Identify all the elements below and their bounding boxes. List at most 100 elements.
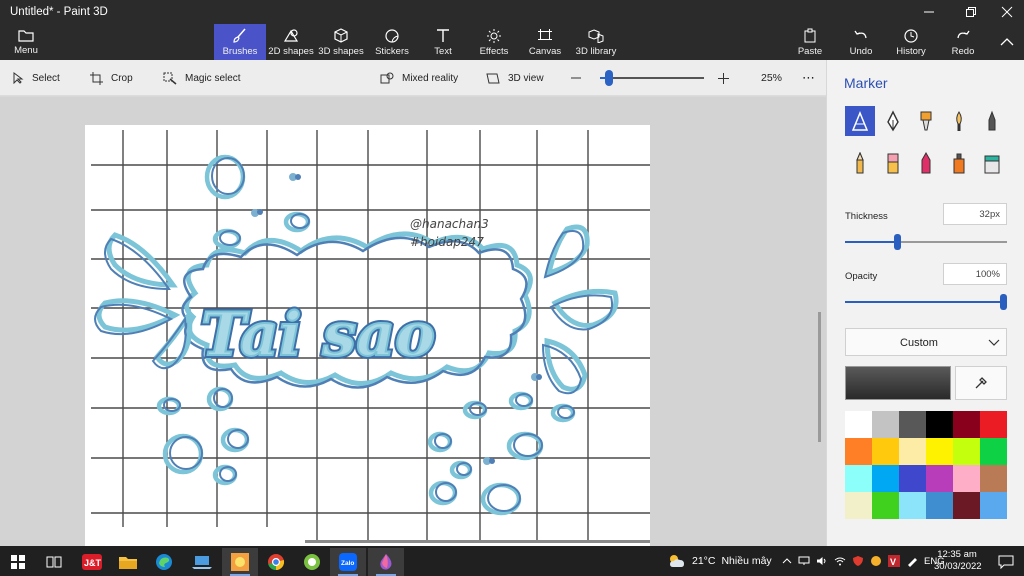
tab-canvas[interactable]: Canvas	[528, 24, 562, 60]
drawing-canvas[interactable]: Tai sao Tai sao @hanachan3 #hoidap247	[85, 125, 650, 546]
spray-can-tool[interactable]	[944, 148, 974, 178]
weather-widget[interactable]: 21°C Nhiều mây	[668, 546, 772, 576]
notifications-button[interactable]	[988, 548, 1024, 576]
marker-tool[interactable]	[845, 106, 875, 136]
redo-icon	[957, 30, 970, 39]
opacity-slider-thumb[interactable]	[1000, 294, 1007, 310]
zoom-out-button[interactable]	[570, 60, 582, 96]
color-swatch[interactable]	[872, 465, 899, 492]
color-swatch[interactable]	[980, 411, 1007, 438]
clock[interactable]: 12:35 am 30/03/2022	[934, 549, 982, 573]
3d-view-button[interactable]: 3D view	[486, 60, 544, 96]
laptop-app-button[interactable]	[184, 548, 220, 576]
color-swatch[interactable]	[899, 465, 926, 492]
color-swatch[interactable]	[953, 438, 980, 465]
paint-3d-button[interactable]	[368, 548, 404, 576]
thickness-slider-thumb[interactable]	[894, 234, 901, 250]
color-swatch[interactable]	[899, 411, 926, 438]
tab-stickers[interactable]: Stickers	[372, 24, 412, 60]
color-swatch[interactable]	[926, 411, 953, 438]
color-swatch[interactable]	[845, 492, 872, 519]
tab-3d-library[interactable]: 3D library	[574, 24, 618, 60]
thickness-input[interactable]: 32px	[943, 203, 1007, 225]
tab-2d-shapes[interactable]: 2D shapes	[268, 24, 314, 60]
pencil-tool[interactable]	[845, 148, 875, 178]
eyedropper-button[interactable]	[955, 366, 1007, 400]
zalo-button[interactable]: Zalo	[330, 548, 366, 576]
network-icon[interactable]	[798, 556, 810, 566]
crayon-tool[interactable]	[911, 148, 941, 178]
jt-app-button[interactable]: J&T	[74, 548, 110, 576]
oil-brush-tool[interactable]	[911, 106, 941, 136]
tab-text[interactable]: Text	[428, 24, 458, 60]
paint-app-button[interactable]	[222, 548, 258, 576]
zoom-slider-thumb[interactable]	[605, 70, 613, 86]
zoom-level[interactable]: 25%	[761, 60, 782, 96]
opacity-slider[interactable]	[845, 294, 1007, 310]
current-color-swatch[interactable]	[845, 366, 951, 400]
magic-select-button[interactable]: Magic select	[163, 60, 241, 96]
wifi-icon[interactable]	[834, 556, 846, 566]
notification-icon	[998, 555, 1014, 569]
opacity-input[interactable]: 100%	[943, 263, 1007, 285]
vertical-scrollbar[interactable]	[818, 312, 821, 442]
thickness-slider[interactable]	[845, 234, 1007, 250]
color-swatch[interactable]	[872, 438, 899, 465]
color-swatch[interactable]	[926, 438, 953, 465]
app-tray-icon[interactable]	[870, 555, 882, 567]
zoom-slider[interactable]	[600, 70, 704, 86]
green-app-button[interactable]	[294, 548, 330, 576]
speaker-icon[interactable]	[816, 556, 828, 566]
color-mode-dropdown[interactable]: Custom	[845, 328, 1007, 356]
crop-button[interactable]: Crop	[90, 60, 133, 96]
watercolor-tool[interactable]	[944, 106, 974, 136]
fill-bucket-tool[interactable]	[977, 148, 1007, 178]
menu-button[interactable]: Menu	[6, 24, 46, 60]
redo-button[interactable]: Redo	[948, 24, 978, 60]
color-swatch[interactable]	[899, 438, 926, 465]
color-swatch[interactable]	[899, 492, 926, 519]
undo-button[interactable]: Undo	[846, 24, 876, 60]
history-button[interactable]: History	[894, 24, 928, 60]
color-swatch[interactable]	[845, 465, 872, 492]
pen-tray-icon[interactable]	[906, 555, 918, 567]
color-swatch[interactable]	[980, 438, 1007, 465]
edge-button[interactable]	[146, 548, 182, 576]
collapse-ribbon-button[interactable]	[996, 24, 1018, 60]
start-button[interactable]	[0, 548, 36, 576]
tab-brushes[interactable]: Brushes	[214, 24, 266, 60]
paste-button[interactable]: Paste	[794, 24, 826, 60]
chrome-button[interactable]	[258, 548, 294, 576]
color-swatch[interactable]	[926, 465, 953, 492]
close-icon[interactable]	[990, 0, 1024, 24]
color-swatch[interactable]	[845, 411, 872, 438]
pixel-pen-tool[interactable]	[977, 106, 1007, 136]
zoom-in-button[interactable]	[717, 60, 730, 96]
unikey-icon[interactable]: V	[888, 555, 900, 567]
color-swatch[interactable]	[953, 492, 980, 519]
color-swatch[interactable]	[926, 492, 953, 519]
color-swatch[interactable]	[980, 492, 1007, 519]
color-swatch[interactable]	[953, 465, 980, 492]
minimize-icon[interactable]	[912, 0, 946, 24]
eraser-tool[interactable]	[878, 148, 908, 178]
tab-effects[interactable]: Effects	[476, 24, 512, 60]
action-label: Undo	[849, 46, 873, 57]
color-swatch[interactable]	[872, 411, 899, 438]
tab-3d-shapes[interactable]: 3D shapes	[318, 24, 364, 60]
select-button[interactable]: Select	[12, 60, 60, 96]
more-options-button[interactable]: ⋯	[802, 60, 815, 96]
task-view-button[interactable]	[36, 548, 72, 576]
color-swatch[interactable]	[845, 438, 872, 465]
color-swatch[interactable]	[872, 492, 899, 519]
mixed-reality-button[interactable]: Mixed reality	[380, 60, 458, 96]
color-swatch[interactable]	[980, 465, 1007, 492]
calligraphy-pen-tool[interactable]	[878, 106, 908, 136]
chevron-up-icon[interactable]	[782, 556, 792, 566]
select-arrow-icon	[13, 72, 24, 84]
file-explorer-button[interactable]	[110, 548, 146, 576]
horizontal-scrollbar[interactable]	[305, 540, 650, 543]
color-swatch[interactable]	[953, 411, 980, 438]
shield-tray-icon[interactable]	[852, 555, 864, 567]
restore-icon[interactable]	[954, 0, 988, 24]
